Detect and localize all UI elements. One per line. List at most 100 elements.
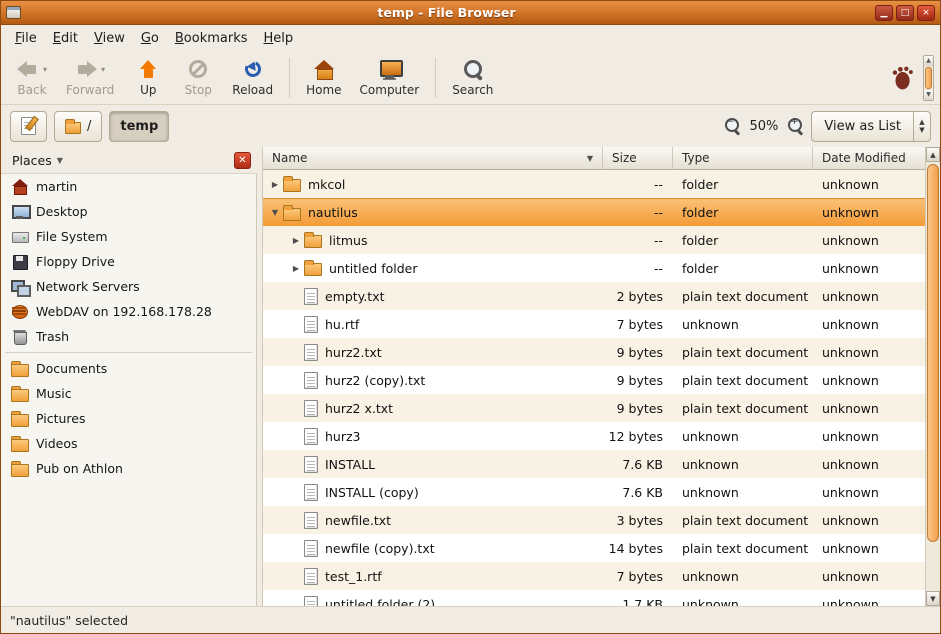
computer-icon: [379, 60, 400, 79]
file-row[interactable]: hurz3 12 bytes unknown unknown: [263, 422, 925, 450]
sidebar-item-label: Videos: [36, 436, 78, 451]
file-row[interactable]: empty.txt 2 bytes plain text document un…: [263, 282, 925, 310]
toolbar-separator: [435, 58, 436, 98]
up-button[interactable]: Up: [123, 54, 173, 102]
close-sidebar-button[interactable]: ✕: [234, 152, 251, 169]
file-icon: [304, 540, 318, 557]
titlebar[interactable]: temp - File Browser ▁ □ ×: [1, 1, 940, 25]
menu-view[interactable]: View: [86, 27, 133, 50]
sidebar-item[interactable]: Videos: [1, 431, 256, 456]
file-row[interactable]: newfile.txt 3 bytes plain text document …: [263, 506, 925, 534]
zoom-in-button[interactable]: +: [787, 118, 804, 135]
sidebar-item[interactable]: Desktop: [1, 199, 256, 224]
size-cell: --: [603, 254, 673, 282]
file-row[interactable]: hurz2.txt 9 bytes plain text document un…: [263, 338, 925, 366]
vertical-scrollbar[interactable]: ▲ ▼: [925, 147, 940, 606]
menu-file[interactable]: File: [7, 27, 45, 50]
expander-icon[interactable]: ▼: [267, 208, 283, 217]
date-modified-cell: unknown: [813, 506, 925, 534]
maximize-button[interactable]: □: [896, 5, 914, 21]
file-row[interactable]: INSTALL 7.6 KB unknown unknown: [263, 450, 925, 478]
mini-scroll-thumb[interactable]: [925, 67, 932, 89]
name-cell: ▶ litmus: [263, 226, 603, 254]
sidebar-item[interactable]: Floppy Drive: [1, 249, 256, 274]
type-cell: plain text document: [673, 282, 813, 310]
mini-scroll-up-icon[interactable]: ▲: [924, 56, 933, 66]
sidebar-item[interactable]: Trash: [1, 324, 256, 349]
trash-icon: [11, 328, 28, 345]
back-button[interactable]: ▾ Back: [7, 54, 57, 102]
minimize-button[interactable]: ▁: [875, 5, 893, 21]
edit-location-button[interactable]: [10, 111, 47, 142]
column-header-size[interactable]: Size: [603, 147, 673, 170]
scroll-down-icon[interactable]: ▼: [926, 591, 940, 606]
file-row[interactable]: test_1.rtf 7 bytes unknown unknown: [263, 562, 925, 590]
name-cell: hurz2 (copy).txt: [263, 366, 603, 394]
sidebar-item[interactable]: Network Servers: [1, 274, 256, 299]
sidebar-item[interactable]: martin: [1, 174, 256, 199]
file-row[interactable]: hurz2 x.txt 9 bytes plain text document …: [263, 394, 925, 422]
sidebar-item[interactable]: File System: [1, 224, 256, 249]
file-row[interactable]: ▶ untitled folder -- folder unknown: [263, 254, 925, 282]
type-cell: unknown: [673, 450, 813, 478]
places-selector[interactable]: Places ▼: [7, 151, 228, 170]
stop-button[interactable]: Stop: [173, 54, 223, 102]
zoom-out-button[interactable]: −: [724, 118, 741, 135]
file-row[interactable]: newfile (copy).txt 14 bytes plain text d…: [263, 534, 925, 562]
column-header-type[interactable]: Type: [673, 147, 813, 170]
file-name: hurz2.txt: [325, 345, 382, 360]
file-row[interactable]: INSTALL (copy) 7.6 KB unknown unknown: [263, 478, 925, 506]
sidebar-item[interactable]: Pictures: [1, 406, 256, 431]
menu-help[interactable]: Help: [256, 27, 302, 50]
menu-edit[interactable]: Edit: [45, 27, 86, 50]
forward-button[interactable]: ▾ Forward: [57, 54, 123, 102]
expander-icon[interactable]: ▶: [288, 264, 304, 273]
combo-stepper-icon[interactable]: ▲▼: [913, 112, 930, 141]
folder-icon: [11, 386, 28, 403]
file-row[interactable]: hu.rtf 7 bytes unknown unknown: [263, 310, 925, 338]
close-button[interactable]: ×: [917, 5, 935, 21]
toolbar-mini-scrollbar[interactable]: ▲ ▼: [923, 55, 934, 101]
file-row[interactable]: untitled folder (2) 1.7 KB unknown unkno…: [263, 590, 925, 606]
file-row[interactable]: ▼ nautilus -- folder unknown: [263, 198, 925, 226]
forward-dropdown-icon[interactable]: ▾: [101, 65, 105, 74]
scroll-up-icon[interactable]: ▲: [926, 147, 940, 162]
sidebar-item[interactable]: Pub on Athlon: [1, 456, 256, 481]
scrollbar-track[interactable]: [926, 162, 940, 591]
folder-icon: [65, 122, 81, 134]
expander-icon[interactable]: ▶: [267, 180, 283, 189]
type-cell: unknown: [673, 422, 813, 450]
column-header-date-modified[interactable]: Date Modified: [813, 147, 925, 170]
path-root-button[interactable]: /: [54, 111, 102, 142]
column-header-name[interactable]: Name ▼: [263, 147, 603, 170]
menu-go[interactable]: Go: [133, 27, 167, 50]
path-current-button[interactable]: temp: [109, 111, 169, 142]
scrollbar-thumb[interactable]: [927, 164, 939, 542]
filesystem-icon: [11, 228, 28, 245]
menu-bookmarks[interactable]: Bookmarks: [167, 27, 256, 50]
date-modified-cell: unknown: [813, 226, 925, 254]
back-dropdown-icon[interactable]: ▾: [43, 65, 47, 74]
expander-icon[interactable]: ▶: [288, 236, 304, 245]
reload-icon: [242, 59, 263, 80]
sidebar-item[interactable]: Documents: [1, 356, 256, 381]
mini-scroll-down-icon[interactable]: ▼: [924, 90, 933, 100]
size-cell: 1.7 KB: [603, 590, 673, 606]
home-icon: [314, 60, 334, 79]
search-button[interactable]: Search: [443, 54, 502, 102]
name-cell: hurz2 x.txt: [263, 394, 603, 422]
file-name: test_1.rtf: [325, 569, 382, 584]
sidebar-items: martin Desktop File System Floppy Drive …: [1, 174, 257, 606]
computer-button[interactable]: Computer: [351, 54, 429, 102]
view-mode-combo[interactable]: View as List ▲▼: [811, 111, 931, 142]
type-cell: unknown: [673, 478, 813, 506]
reload-button[interactable]: Reload: [223, 54, 282, 102]
file-row[interactable]: ▶ litmus -- folder unknown: [263, 226, 925, 254]
sidebar-item[interactable]: Music: [1, 381, 256, 406]
sidebar-item[interactable]: WebDAV on 192.168.178.28: [1, 299, 256, 324]
file-row[interactable]: hurz2 (copy).txt 9 bytes plain text docu…: [263, 366, 925, 394]
file-name: litmus: [329, 233, 367, 248]
home-button[interactable]: Home: [297, 54, 350, 102]
size-cell: 7 bytes: [603, 310, 673, 338]
file-row[interactable]: ▶ mkcol -- folder unknown: [263, 170, 925, 198]
